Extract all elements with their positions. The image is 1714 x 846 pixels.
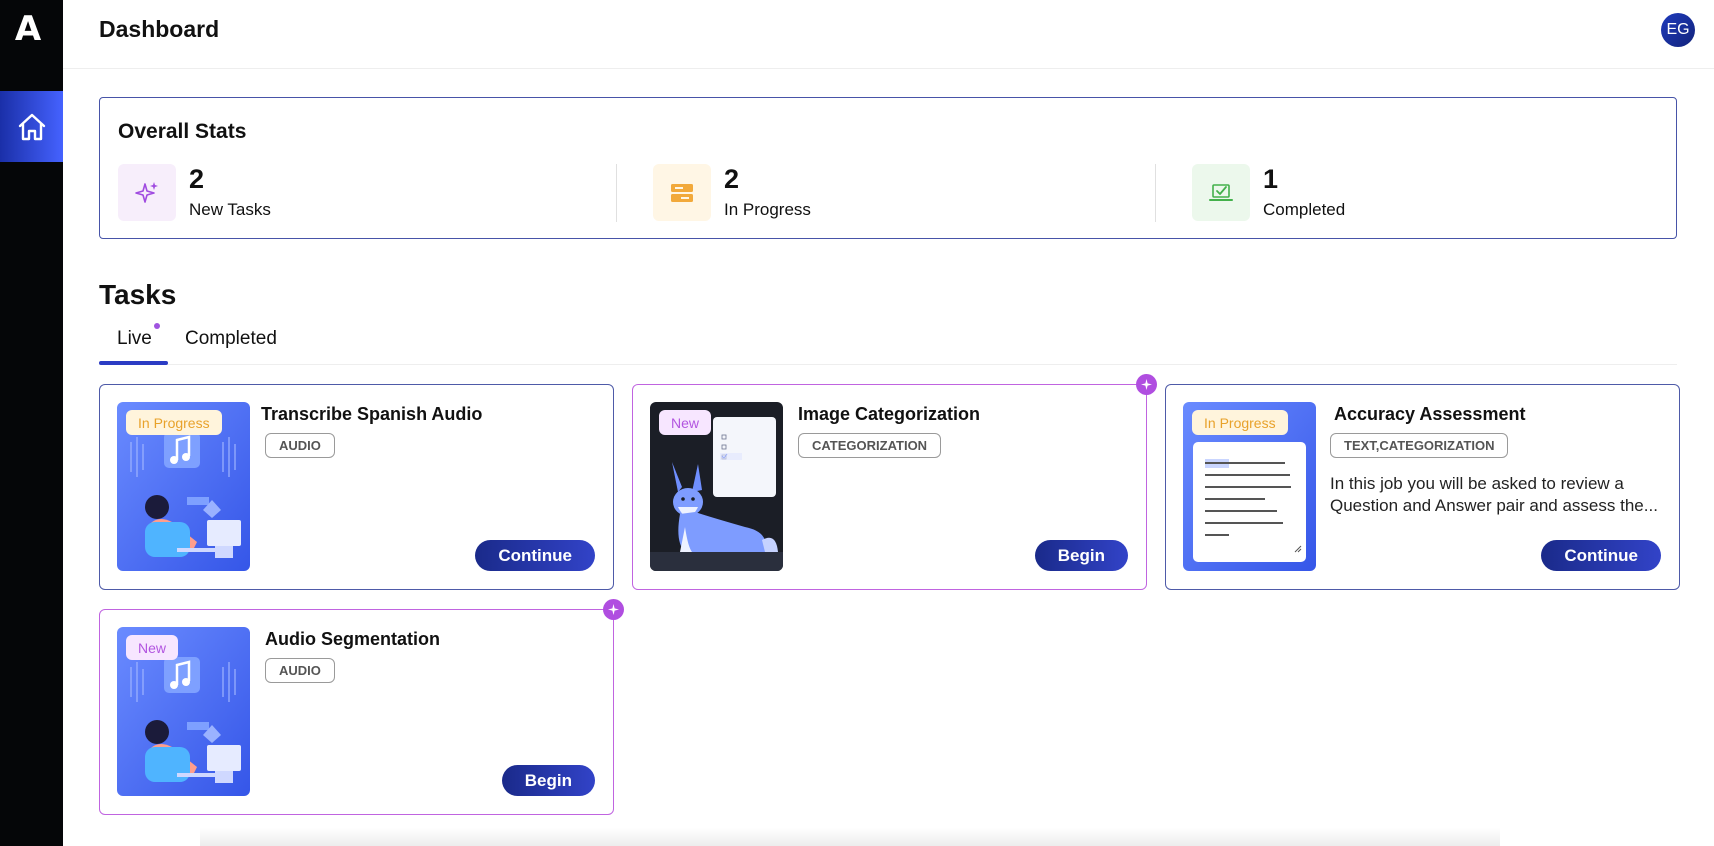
task-card-transcribe-spanish-audio[interactable]: In Progress Transcribe Spanish Audio AUD…	[99, 384, 614, 590]
home-icon	[18, 113, 45, 140]
tasks-title: Tasks	[99, 279, 177, 310]
task-card-image-categorization[interactable]: New Image Categorization CATEGORIZATION …	[632, 374, 1157, 590]
continue-button[interactable]: Continue	[475, 540, 595, 571]
task-thumbnail-image: New	[650, 402, 783, 571]
sidebar: A	[0, 0, 63, 846]
sparkle-icon	[118, 164, 176, 221]
stat-value: 1	[1263, 164, 1279, 194]
stat-label: In Progress	[724, 200, 811, 219]
status-badge: New	[659, 410, 712, 435]
new-task-sparkle-icon	[603, 599, 624, 620]
task-tag: AUDIO	[265, 658, 335, 683]
tab-live[interactable]: Live	[117, 328, 152, 350]
stat-label: Completed	[1263, 200, 1346, 219]
task-title: Image Categorization	[798, 404, 981, 424]
task-thumbnail-text: In Progress	[1183, 402, 1316, 571]
status-badge: In Progress	[126, 410, 222, 435]
overall-stats-title: Overall Stats	[118, 120, 247, 143]
stat-value: 2	[189, 164, 205, 194]
app-logo[interactable]: A	[13, 12, 43, 46]
header: Dashboard EG	[63, 0, 1714, 69]
page-title: Dashboard	[99, 16, 220, 42]
sidebar-item-home[interactable]	[0, 91, 63, 162]
task-tag: AUDIO	[265, 433, 335, 458]
task-title: Audio Segmentation	[265, 629, 440, 649]
active-tab-indicator	[99, 361, 168, 365]
begin-button[interactable]: Begin	[1034, 540, 1128, 571]
server-icon	[653, 164, 711, 221]
task-card-audio-segmentation[interactable]: New Audio Segmentation AUDIO Begin	[99, 599, 624, 815]
laptop-check-icon	[1192, 164, 1250, 221]
task-title: Accuracy Assessment	[1334, 404, 1526, 424]
task-card-accuracy-assessment[interactable]: In Progress Accuracy Assessment TEXT,CAT…	[1165, 384, 1680, 590]
avatar[interactable]: EG	[1661, 13, 1695, 47]
status-badge: New	[126, 635, 179, 660]
stat-value: 2	[724, 164, 740, 194]
tab-completed[interactable]: Completed	[185, 328, 277, 350]
task-tag: CATEGORIZATION	[798, 433, 942, 458]
task-description: In this job you will be asked to review …	[1330, 474, 1658, 515]
status-badge: In Progress	[1192, 410, 1288, 435]
new-task-sparkle-icon	[1136, 374, 1157, 395]
overall-stats-panel: Overall Stats 2 New Tasks 2 In Progress	[99, 97, 1677, 239]
begin-button[interactable]: Begin	[501, 765, 595, 796]
scroll-shadow	[200, 828, 1500, 846]
continue-button[interactable]: Continue	[1541, 540, 1661, 571]
task-thumbnail-audio: New	[117, 627, 250, 796]
task-title: Transcribe Spanish Audio	[261, 404, 483, 424]
stat-divider	[616, 164, 617, 222]
stat-divider	[1155, 164, 1156, 222]
notification-dot	[154, 323, 160, 329]
tabs-divider	[99, 364, 1677, 365]
task-tag: TEXT,CATEGORIZATION	[1330, 433, 1509, 458]
stat-label: New Tasks	[189, 200, 271, 219]
task-thumbnail-audio: In Progress	[117, 402, 250, 571]
